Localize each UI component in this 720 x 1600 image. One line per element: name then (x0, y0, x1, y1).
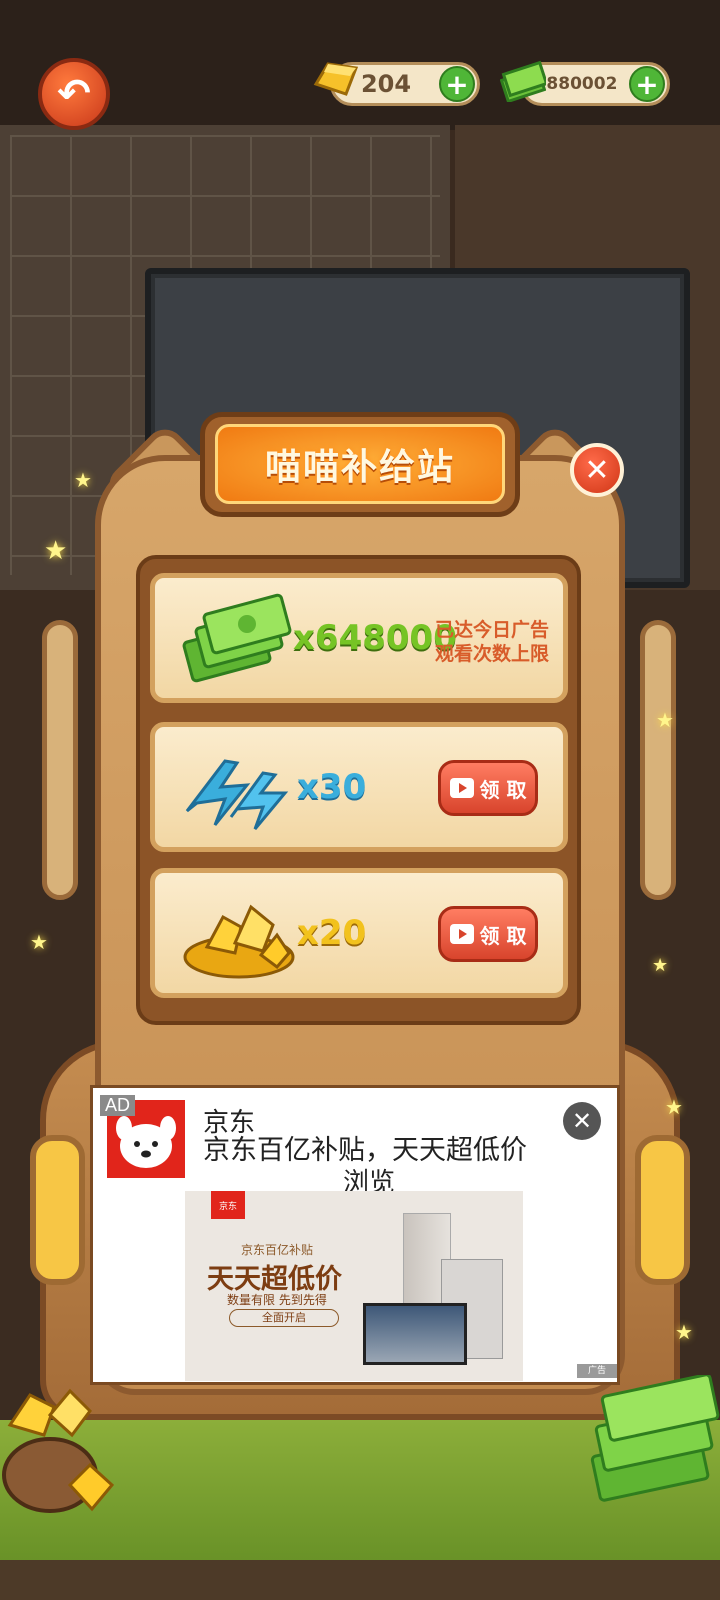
sparkle-star-icon: ★ (30, 930, 48, 954)
sparkle-star-icon: ★ (44, 536, 68, 566)
panel-title: 喵喵补给站 (215, 424, 505, 504)
sparkle-star-icon: ★ (656, 708, 674, 732)
back-button[interactable]: ↶ (38, 58, 110, 130)
banner-subtitle: 京东百亿补贴 (241, 1243, 314, 1257)
cash-stack-icon (182, 593, 292, 683)
side-lamp-left (30, 1135, 85, 1285)
ground (0, 1560, 720, 1600)
banner-tagline: 数量有限 先到先得 (227, 1293, 327, 1307)
video-icon (449, 924, 474, 944)
reward-row-cash: x648000 已达今日广告观看次数上限 (150, 573, 568, 703)
back-arrow-icon: ↶ (57, 71, 91, 117)
tv-image (363, 1303, 467, 1365)
claim-gems-button[interactable]: 领 取 (438, 906, 538, 962)
reward-row-gems: x20 领 取 (150, 868, 568, 998)
ad-close-button[interactable]: ✕ (563, 1102, 601, 1140)
backpack-strap-left (42, 620, 78, 900)
cash-stack-icon (500, 60, 546, 102)
close-icon: ✕ (571, 1107, 593, 1135)
add-cash-button[interactable]: + (629, 66, 665, 102)
ad-card[interactable]: AD 京东 京东百亿补贴，天天超低价 浏览 ✕ 京东 京东百亿补贴 天天超低价 … (90, 1085, 620, 1385)
limit-note: 已达今日广告观看次数上限 (434, 619, 549, 665)
sparkle-star-icon: ★ (652, 955, 669, 976)
gold-bar-icon (313, 62, 358, 96)
add-gold-button[interactable]: + (439, 66, 475, 102)
reward-amount: x20 (297, 913, 367, 953)
sparkle-star-icon: ★ (675, 1320, 693, 1344)
backpack-strap-right (640, 620, 676, 900)
banner-pill: 全面开启 (229, 1309, 339, 1327)
reward-amount: x30 (297, 767, 367, 807)
cash-pile-icon (590, 1375, 720, 1502)
close-icon: ✕ (584, 452, 610, 488)
ad-badge: AD (100, 1095, 136, 1116)
sparkle-star-icon: ★ (74, 468, 92, 492)
claim-label: 领 取 (479, 777, 527, 802)
ad-banner-image[interactable]: 京东 京东百亿补贴 天天超低价 数量有限 先到先得 全面开启 (185, 1191, 523, 1381)
claim-label: 领 取 (479, 923, 527, 948)
gold-gem-pile-icon (183, 904, 295, 979)
gem-bag-icon (2, 1388, 115, 1513)
claim-energy-button[interactable]: 领 取 (438, 760, 538, 816)
video-icon (449, 778, 474, 798)
banner-logo: 京东 (211, 1191, 245, 1219)
close-button[interactable]: ✕ (570, 443, 624, 497)
lightning-energy-icon (185, 759, 289, 830)
side-lamp-right (635, 1135, 690, 1285)
sparkle-star-icon: ★ (665, 1095, 683, 1119)
reward-row-energy: x30 领 取 (150, 722, 568, 852)
